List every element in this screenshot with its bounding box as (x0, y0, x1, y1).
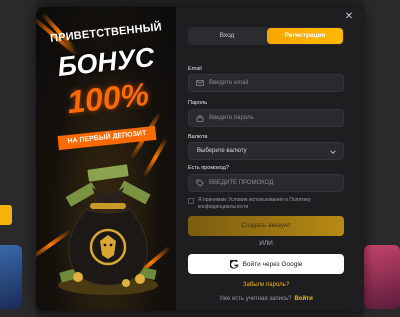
promo-subtitle-badge: НА ПЕРВЫЙ ДЕПОЗИТ (57, 125, 157, 151)
email-field[interactable]: Введите email (188, 74, 344, 92)
backdrop-game-card (364, 245, 400, 309)
currency-label: Валюта (188, 134, 208, 140)
tag-icon (196, 179, 204, 187)
lock-icon (196, 114, 204, 122)
money-bag-illustration (58, 164, 158, 295)
password-label: Пароль (188, 100, 208, 106)
have-account-row: Уже есть учетная запись? Войти (188, 296, 344, 302)
chevron-down-icon (330, 150, 336, 154)
close-icon[interactable]: ✕ (343, 11, 355, 23)
backdrop-accent-tab (0, 205, 12, 225)
terms-text: Я принимаю Условия использования и Полит… (198, 197, 312, 210)
forgot-password-link[interactable]: Забыли пароль? (188, 282, 344, 288)
registration-form: ✕ Вход Регистрация Email Введите email П… (188, 7, 354, 311)
promo-code-placeholder: ВВЕДИТЕ ПРОМОКОД (209, 180, 274, 186)
welcome-bonus-banner: ПРИВЕТСТВЕННЫЙ БОНУС 100% НА ПЕРВЫЙ ДЕПО… (36, 7, 176, 311)
tab-registration[interactable]: Регистрация (267, 28, 343, 44)
create-account-button[interactable]: Создать аккаунт (188, 216, 344, 236)
terms-checkbox[interactable] (188, 198, 194, 204)
or-divider: ИЛИ (259, 240, 273, 247)
promo-code-field[interactable]: ВВЕДИТЕ ПРОМОКОД (188, 174, 344, 192)
terms-consent: Я принимаю Условия использования и Полит… (188, 197, 344, 213)
currency-select[interactable]: Выберите валюту (188, 142, 344, 160)
tab-login[interactable]: Вход (189, 28, 265, 44)
google-login-button[interactable]: Войти через Google (188, 254, 344, 274)
have-account-text: Уже есть учетная запись? (219, 296, 292, 302)
google-login-label: Войти через Google (242, 260, 303, 268)
google-icon (229, 259, 239, 269)
currency-selected-value: Выберите валюту (197, 148, 247, 154)
password-field[interactable]: Введите пароль (188, 109, 344, 127)
auth-tabs: Вход Регистрация (188, 27, 344, 45)
registration-modal: ПРИВЕТСТВЕННЫЙ БОНУС 100% НА ПЕРВЫЙ ДЕПО… (36, 7, 364, 311)
mail-icon (196, 80, 204, 86)
backdrop-game-card (0, 245, 22, 309)
promo-percent: 100% (65, 75, 151, 121)
promo-code-label: Есть промокод? (188, 165, 229, 171)
password-placeholder: Введите пароль (209, 115, 254, 121)
email-label: Email (188, 66, 202, 72)
email-placeholder: Введите email (209, 80, 249, 86)
login-link[interactable]: Войти (294, 296, 312, 302)
